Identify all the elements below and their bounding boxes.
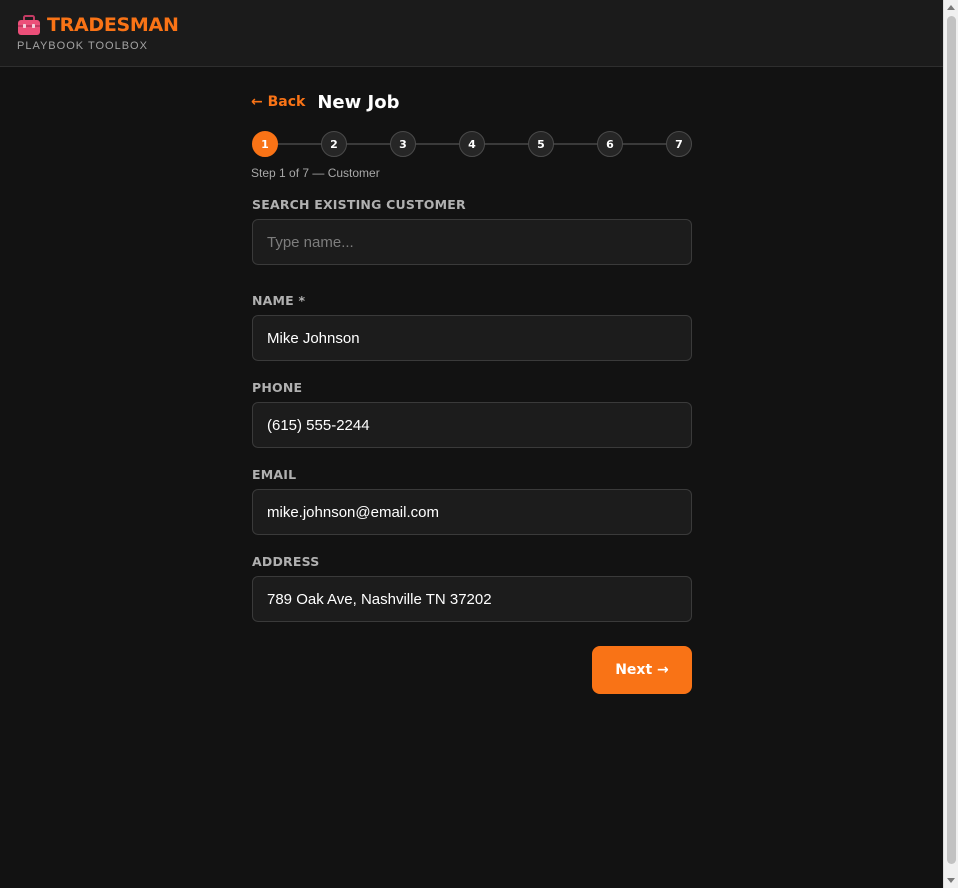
name-input[interactable] bbox=[252, 315, 692, 361]
brand[interactable]: TRADESMAN PLAYBOOK TOOLBOX bbox=[17, 14, 179, 52]
scroll-down-arrow-icon[interactable] bbox=[947, 878, 955, 883]
new-job-form: ← Back New Job 1 2 3 4 5 6 7 Step 1 of 7… bbox=[251, 90, 692, 694]
name-label: NAME * bbox=[252, 293, 306, 308]
top-bar: TRADESMAN PLAYBOOK TOOLBOX bbox=[0, 0, 943, 67]
step-6-indicator: 6 bbox=[597, 131, 623, 157]
address-field: ADDRESS bbox=[252, 554, 692, 622]
brand-row: TRADESMAN bbox=[17, 14, 179, 36]
email-field: EMAIL bbox=[252, 467, 692, 535]
back-link[interactable]: ← Back bbox=[251, 94, 305, 110]
step-1-indicator: 1 bbox=[252, 131, 278, 157]
page-header: ← Back New Job bbox=[251, 90, 692, 114]
phone-label: PHONE bbox=[252, 380, 303, 395]
step-caption: Step 1 of 7 — Customer bbox=[251, 166, 380, 180]
phone-input[interactable] bbox=[252, 402, 692, 448]
step-progress: 1 2 3 4 5 6 7 bbox=[252, 131, 692, 157]
address-input[interactable] bbox=[252, 576, 692, 622]
address-label: ADDRESS bbox=[252, 554, 320, 569]
step-2-indicator: 2 bbox=[321, 131, 347, 157]
scroll-up-arrow-icon[interactable] bbox=[947, 5, 955, 10]
form-actions: Next → bbox=[252, 646, 692, 694]
step-3-indicator: 3 bbox=[390, 131, 416, 157]
name-field: NAME * bbox=[252, 293, 692, 361]
toolbox-icon bbox=[17, 14, 41, 36]
scrollbar-thumb[interactable] bbox=[947, 16, 956, 864]
step-5-indicator: 5 bbox=[528, 131, 554, 157]
vertical-scrollbar[interactable] bbox=[943, 0, 958, 888]
search-customer-label: SEARCH EXISTING CUSTOMER bbox=[252, 197, 466, 212]
search-customer-field: SEARCH EXISTING CUSTOMER bbox=[252, 197, 692, 265]
brand-subtitle: PLAYBOOK TOOLBOX bbox=[17, 40, 148, 52]
email-label: EMAIL bbox=[252, 467, 297, 482]
next-button[interactable]: Next → bbox=[592, 646, 692, 694]
phone-field: PHONE bbox=[252, 380, 692, 448]
search-customer-input[interactable] bbox=[252, 219, 692, 265]
step-7-indicator: 7 bbox=[666, 131, 692, 157]
step-4-indicator: 4 bbox=[459, 131, 485, 157]
page-title: New Job bbox=[317, 91, 400, 113]
email-input[interactable] bbox=[252, 489, 692, 535]
brand-name: TRADESMAN bbox=[47, 14, 179, 36]
